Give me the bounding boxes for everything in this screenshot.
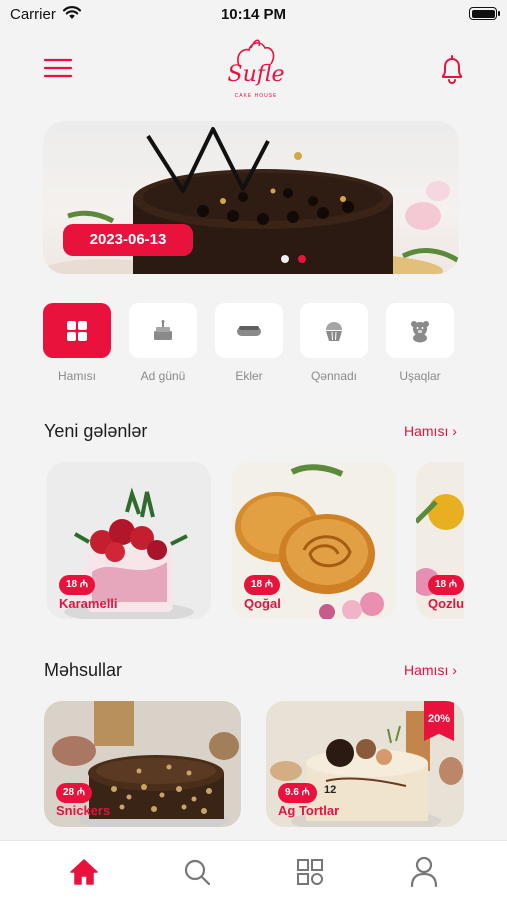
app-logo: Sufle CAKE HOUSE [221,34,291,106]
product-name: Ag Tortlar [278,803,340,818]
category-label: Hamısı [57,369,96,383]
search-icon [184,859,211,886]
app-header: Sufle CAKE HOUSE [0,32,507,110]
price-badge: 9.6 ₼ [278,783,317,803]
price-badge: 18 ₼ [244,575,281,595]
new-arrivals-carousel[interactable]: 18 ₼ Karamelli 18 ₼ Qoğal 18 ₼ Qozlu [47,462,464,622]
category-all[interactable]: Hamısı [43,303,111,383]
bottom-tab-bar [0,840,507,900]
category-label: Qənnadı [310,369,358,383]
promo-banner[interactable]: 2023-06-13 [43,121,459,274]
grid-icon [67,320,87,341]
product-name: Qoğal [244,596,281,611]
product-card[interactable]: 20% 9.6 ₼ 12 Ag Tortlar [266,701,464,827]
category-kids-tile[interactable] [386,303,454,358]
category-label: Ad günü [140,369,186,383]
battery-icon [469,7,500,20]
teddy-bear-icon [411,320,429,342]
profile-icon [410,856,438,888]
tab-profile[interactable] [406,854,442,890]
menu-icon[interactable] [44,57,72,79]
card-extra-number: 12 [324,784,337,796]
new-arrivals-see-all[interactable]: Hamısı › [404,423,457,439]
category-birthday[interactable]: Ad günü [129,303,197,383]
cupcake-icon [326,321,342,341]
category-kids[interactable]: Uşaqlar [386,303,454,383]
banner-date-badge: 2023-06-13 [63,224,193,256]
logo-subtext: CAKE HOUSE [234,93,278,99]
product-name: Snickers [56,803,111,818]
category-all-tile[interactable] [43,303,111,358]
tab-search[interactable] [179,854,215,890]
chevron-right-icon: › [452,423,457,439]
category-ekler-tile[interactable] [215,303,283,358]
pagination-dot-active[interactable] [298,255,306,263]
products-title: Məhsullar [44,660,123,680]
pagination-dot[interactable] [281,255,289,263]
product-name: Qozlu [428,596,464,611]
logo-wordmark: Sufle [227,62,285,87]
status-bar: Carrier 10:14 PM [0,0,507,28]
new-arrivals-title: Yeni gələnlər [44,421,148,441]
banner-pagination[interactable] [281,255,306,263]
home-icon [70,859,98,885]
categories-icon [297,859,323,885]
tab-home[interactable] [66,854,102,890]
category-confectionery[interactable]: Qənnadı [300,303,368,383]
category-label: Ekler [235,369,263,383]
category-label: Uşaqlar [399,369,441,383]
product-name: Karamelli [59,596,118,611]
bell-icon[interactable] [438,54,466,84]
category-confectionery-tile[interactable] [300,303,368,358]
birthday-cake-icon [154,319,172,340]
category-birthday-tile[interactable] [129,303,197,358]
price-badge: 18 ₼ [59,575,96,595]
products-see-all[interactable]: Hamısı › [404,662,457,678]
status-time: 10:14 PM [220,6,287,23]
price-badge: 28 ₼ [56,783,93,803]
tab-categories[interactable] [292,854,328,890]
product-card[interactable]: 18 ₼ Qoğal [232,462,396,619]
see-all-label: Hamısı [404,423,449,439]
category-ekler[interactable]: Ekler [215,303,283,383]
eclair-icon [237,325,261,336]
product-card[interactable]: 18 ₼ Karamelli [47,462,211,619]
product-card[interactable]: 28 ₼ Snickers [44,701,241,827]
product-card[interactable]: 18 ₼ Qozlu [416,462,464,619]
price-badge: 18 ₼ [428,575,464,595]
chevron-right-icon: › [452,662,457,678]
see-all-label: Hamısı [404,662,449,678]
